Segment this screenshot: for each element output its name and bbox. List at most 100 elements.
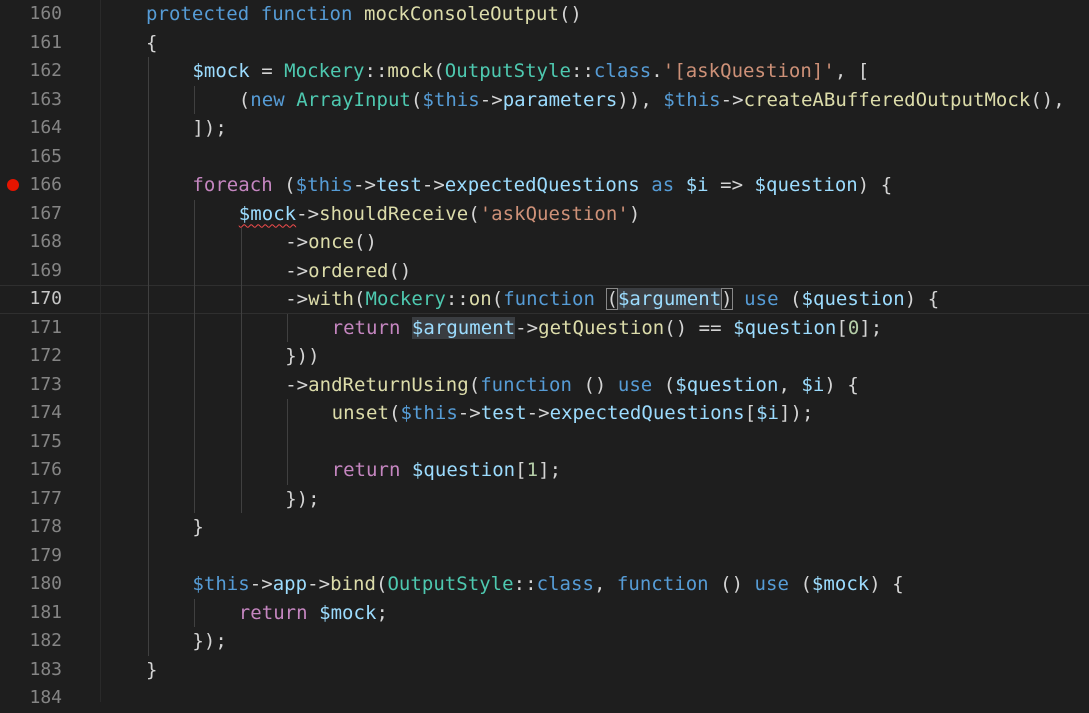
code-token: test [375,174,422,196]
code-line[interactable]: 173 ->andReturnUsing(function () use ($qu… [0,371,1089,400]
line-number: 182 [29,630,62,651]
code-text[interactable]: unset($this->test->expectedQuestions[$i]… [332,399,814,428]
code-token: once [308,231,355,253]
code-token: unset [331,402,389,424]
code-token: })) [285,345,320,367]
code-text[interactable]: ->ordered() [285,257,411,286]
code-line[interactable]: 172})) [0,342,1089,371]
code-token: $i [756,402,780,424]
code-token: [ [515,459,527,481]
line-number: 172 [29,345,62,366]
indent-guide [194,199,196,513]
code-token: ArrayInput [296,88,411,111]
code-line[interactable]: 160 protected function mockConsoleOutput(… [0,0,1089,29]
code-token: ) { [824,373,859,396]
indent-guide [148,57,149,656]
code-token: ( [788,573,812,595]
code-text[interactable]: }); [192,627,226,656]
code-token: parameters [502,88,618,111]
code-token: shouldReceive [319,202,469,225]
code-text[interactable]: return $argument->getQuestion() == $ques… [332,314,883,343]
code-token: () [558,3,582,25]
code-text[interactable]: ->once() [285,228,377,257]
code-token: ]); [779,402,814,424]
code-token: on [468,288,492,310]
code-token: -> [720,88,744,111]
code-token: [ [836,316,848,339]
code-token: ) [721,288,733,310]
line-number: 161 [29,31,62,53]
code-text[interactable]: ->andReturnUsing(function () use ($quest… [285,371,859,400]
code-token: :: [445,288,469,310]
code-text[interactable]: })) [285,342,319,371]
code-text[interactable]: { [146,29,157,58]
code-line[interactable]: 176 return $question[1]; [0,456,1089,485]
code-line[interactable]: 166 foreach ($this->test->expectedQuestio… [0,171,1089,200]
code-token: () == [664,316,734,339]
code-token: () [354,231,377,253]
code-line[interactable]: 168 ->once() [0,228,1089,257]
code-text[interactable]: $this->app->bind(OutputStyle::class, fun… [192,570,903,599]
code-text[interactable]: }); [285,485,319,514]
code-line[interactable]: 180 $this->app->bind(OutputStyle::class, … [0,570,1089,599]
code-text[interactable]: $mock = Mockery::mock(OutputStyle::class… [192,57,869,86]
code-text[interactable]: ]); [192,114,226,143]
code-line[interactable]: 177}); [0,485,1089,514]
code-line[interactable]: 178} [0,513,1089,542]
code-line[interactable]: 182}); [0,627,1089,656]
code-token: andReturnUsing [308,373,469,396]
code-text[interactable]: return $question[1]; [332,456,561,485]
code-line[interactable]: 163 (new ArrayInput($this->parameters)), … [0,86,1089,115]
code-line[interactable]: 171 return $argument->getQuestion() == $q… [0,314,1089,343]
code-token: -> [296,202,320,225]
code-line[interactable]: 169 ->ordered() [0,257,1089,286]
code-line[interactable]: 179 [0,542,1089,571]
code-token: $mock [811,573,870,595]
code-token: :: [364,60,388,82]
code-token: -> [285,231,309,253]
code-token: ( [491,288,504,310]
code-token: with [308,288,355,310]
code-line[interactable]: 174 unset($this->test->expectedQuestions[… [0,399,1089,428]
code-line[interactable]: 167 $mock->shouldReceive('askQuestion') [0,200,1089,229]
code-text[interactable]: foreach ($this->test->expectedQuestions … [192,171,892,200]
code-token: $this [295,174,353,196]
code-text[interactable]: protected function mockConsoleOutput() [146,0,582,29]
code-text[interactable]: } [192,513,203,542]
code-line[interactable]: 175 [0,428,1089,457]
code-text[interactable]: ->with(Mockery::on(function ($argument) … [285,285,939,314]
code-token: ( [606,288,618,310]
code-line[interactable]: 181 return $mock; [0,599,1089,628]
code-token: () [571,373,618,396]
code-text[interactable]: (new ArrayInput($this->parameters)), $th… [239,86,1065,115]
code-token: . [651,60,663,82]
code-token: class [536,573,594,595]
code-token: -> [249,573,273,595]
code-token: ( [375,573,388,595]
code-text[interactable]: return $mock; [239,599,388,628]
code-token: Mockery [284,60,365,82]
code-text[interactable]: } [146,656,157,685]
code-line[interactable]: 164]); [0,114,1089,143]
code-text[interactable]: $mock->shouldReceive('askQuestion') [239,200,641,229]
code-token: (), [1030,88,1065,111]
code-token: :: [513,573,537,595]
code-token: return [331,316,401,339]
code-line[interactable]: 170 ->with(Mockery::on(function ($argumen… [0,285,1089,314]
code-line[interactable]: 162 $mock = Mockery::mock(OutputStyle::cl… [0,57,1089,86]
code-token: = [249,60,285,82]
code-line[interactable]: 165 [0,143,1089,172]
code-token: ( [354,288,366,310]
code-editor[interactable]: 160 protected function mockConsoleOutput(… [0,0,1089,708]
code-line[interactable]: 161 { [0,29,1089,58]
code-line[interactable]: 184 [0,684,1089,713]
line-number: 162 [29,60,62,81]
code-token: as [651,174,675,196]
code-token: ( [238,88,251,111]
line-number: 171 [29,316,62,338]
code-token: -> [353,174,376,196]
code-line[interactable]: 183} [0,656,1089,685]
